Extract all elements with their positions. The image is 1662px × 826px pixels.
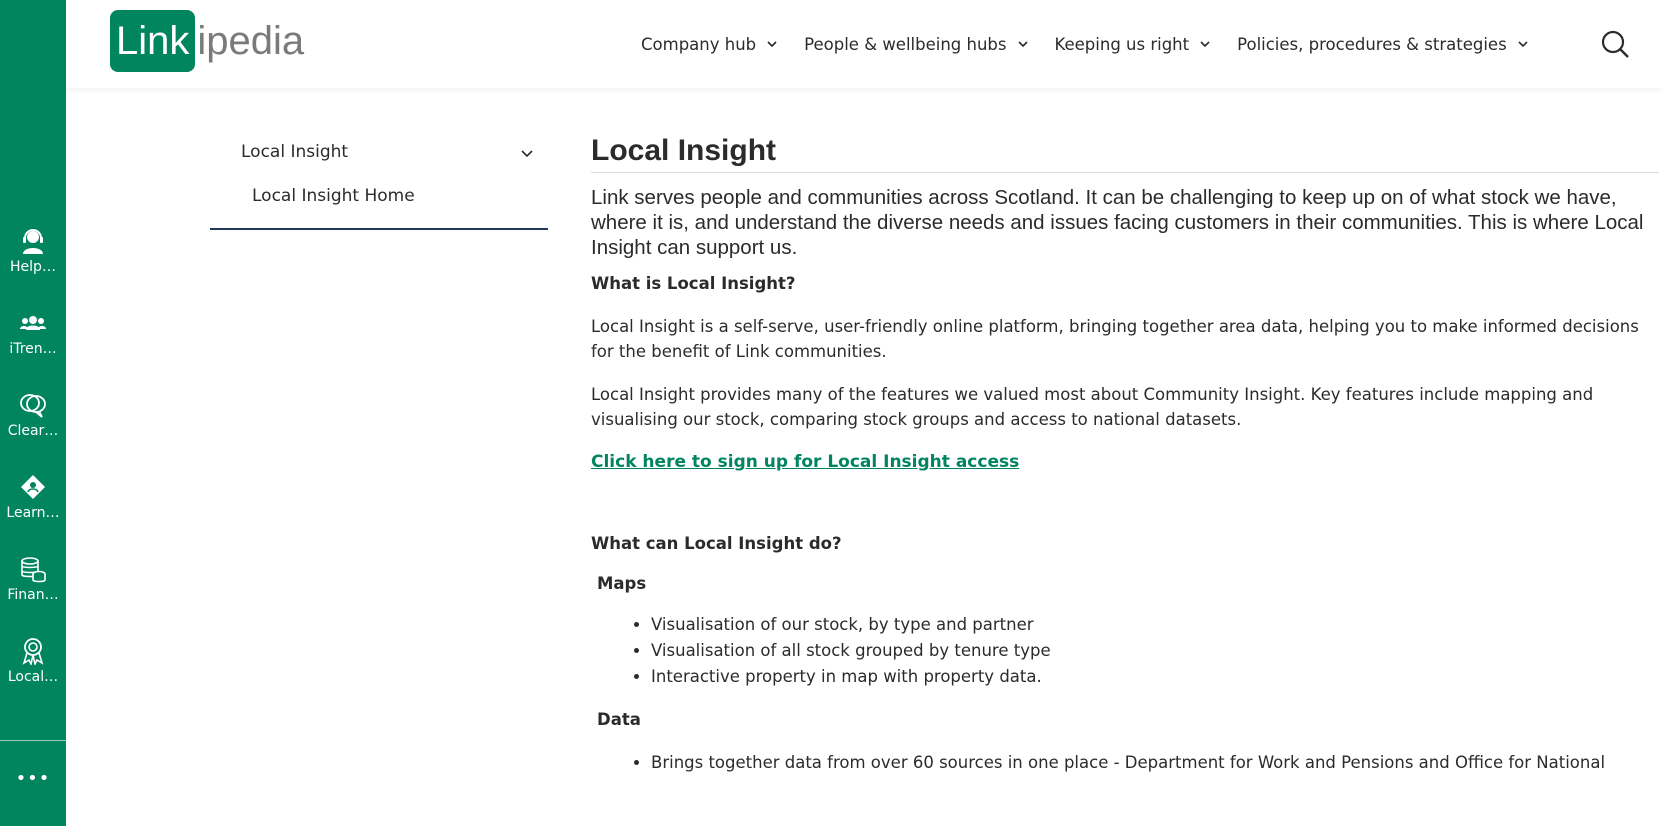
rail-item-label: Clear…: [7, 423, 59, 439]
nav-people-wellbeing-hubs[interactable]: People & wellbeing hubs: [804, 35, 1028, 54]
headset-icon: [23, 229, 43, 254]
site-header: Link ipedia Company hub People & wellbei…: [66, 0, 1662, 88]
rail-item-label: Finan…: [7, 587, 59, 603]
rail-item-label: Local…: [7, 669, 59, 685]
list-item: Visualisation of our stock, by type and …: [651, 612, 1662, 638]
what-is-heading: What is Local Insight?: [591, 274, 796, 293]
nav-label: People & wellbeing hubs: [804, 34, 1007, 54]
rail-item-label: Help…: [10, 259, 56, 275]
chat-bubbles-icon: [20, 394, 46, 418]
chevron-down-icon: [1017, 41, 1028, 48]
list-item: Brings together data from over 60 source…: [651, 750, 1662, 776]
sidenav-heading-label: Local Insight: [241, 142, 349, 162]
section-side-nav: Local Insight Local Insight Home: [210, 130, 548, 230]
rail-item-label: iTren…: [9, 341, 57, 357]
signup-link[interactable]: Click here to sign up for Local Insight …: [591, 452, 1019, 472]
rail-item-local[interactable]: Local…: [0, 622, 66, 700]
nav-label: Keeping us right: [1054, 34, 1190, 54]
nav-label: Company hub: [641, 34, 757, 54]
learning-badge-icon: [21, 475, 45, 499]
rail-item-clear[interactable]: Clear…: [0, 376, 66, 454]
sidenav-item-local-insight-home[interactable]: Local Insight Home: [210, 174, 548, 218]
chevron-down-icon[interactable]: [520, 146, 534, 160]
nav-keeping-us-right[interactable]: Keeping us right: [1055, 35, 1212, 54]
sidenav-section-local-insight[interactable]: Local Insight: [210, 130, 548, 174]
rail-item-help[interactable]: Help…: [0, 212, 66, 290]
page-title: Local Insight: [591, 134, 1659, 173]
maps-list: Visualisation of our stock, by type and …: [591, 612, 1662, 690]
maps-heading: Maps: [597, 574, 647, 593]
nav-company-hub[interactable]: Company hub: [641, 35, 778, 54]
app-rail: Help… iTren… Clear… Learn… Finan… Local……: [0, 0, 66, 826]
intro-paragraph-2: Local Insight provides many of the featu…: [591, 385, 1594, 429]
list-item: Interactive property in map with propert…: [651, 664, 1662, 690]
data-heading: Data: [597, 710, 641, 729]
chevron-down-icon: [767, 41, 777, 48]
intro-paragraph-1: Local Insight is a self-serve, user-frie…: [591, 317, 1639, 361]
logo-text-ipedia: ipedia: [197, 18, 305, 63]
what-can-heading: What can Local Insight do?: [591, 534, 842, 553]
rail-item-finance[interactable]: Finan…: [0, 540, 66, 618]
chevron-down-icon: [1200, 41, 1210, 48]
main-nav: Company hub People & wellbeing hubs Keep…: [641, 28, 1555, 60]
rail-divider: [0, 740, 66, 741]
nav-label: Policies, procedures & strategies: [1237, 34, 1507, 54]
award-ribbon-icon: [22, 638, 44, 665]
logo-text-link: Link: [116, 18, 190, 63]
data-list: Brings together data from over 60 source…: [591, 750, 1662, 776]
chevron-down-icon: [1518, 41, 1528, 48]
rail-item-label: Learn…: [6, 505, 60, 521]
more-apps-button[interactable]: •••: [0, 760, 66, 796]
rail-item-learn[interactable]: Learn…: [0, 458, 66, 536]
coins-icon: [21, 557, 46, 583]
lead-paragraph: Link serves people and communities acros…: [591, 186, 1644, 259]
site-logo[interactable]: Link ipedia: [110, 10, 304, 72]
people-group-icon: [20, 316, 46, 330]
sidenav-item-label: Local Insight Home: [252, 186, 415, 206]
logo-mark: Link: [110, 10, 196, 72]
main-content: Local Insight Link serves people and com…: [591, 134, 1662, 776]
rail-item-itrent[interactable]: iTren…: [0, 294, 66, 372]
sidenav-divider: [210, 228, 548, 230]
search-icon[interactable]: [1599, 28, 1631, 60]
list-item: Visualisation of all stock grouped by te…: [651, 638, 1662, 664]
nav-policies-procedures-strategies[interactable]: Policies, procedures & strategies: [1237, 35, 1529, 54]
